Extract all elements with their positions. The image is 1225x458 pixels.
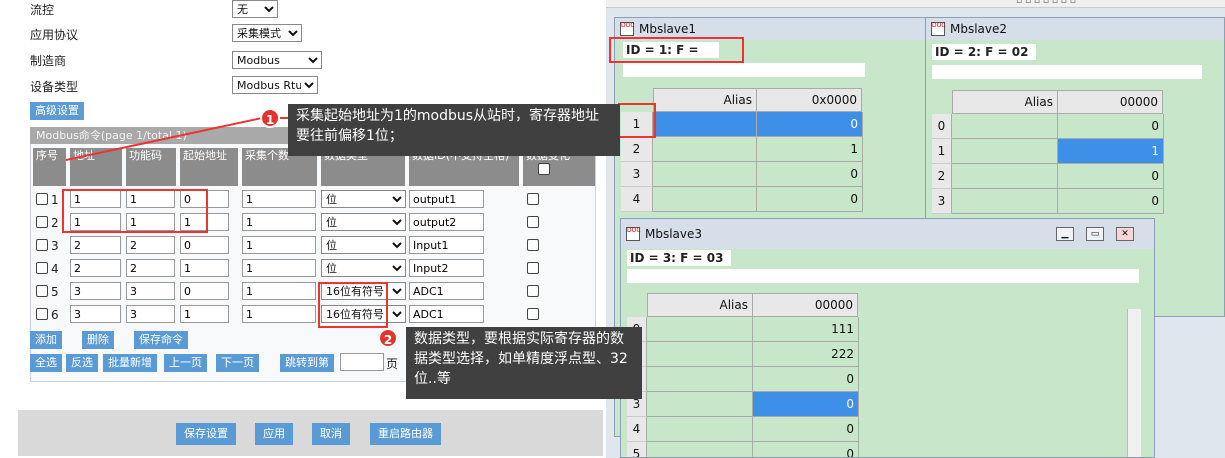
tip-2: 数据类型，要根据实际寄存器的数据类型选择，如单精度浮点型、32位..等: [406, 327, 642, 399]
tip-1-number: 1: [260, 108, 280, 128]
tip-2-number: 2: [378, 328, 398, 348]
arrow-1: [65, 117, 263, 161]
tip-1: 采集起始地址为1的modbus从站时，寄存器地址要往前偏移1位；: [288, 104, 620, 156]
